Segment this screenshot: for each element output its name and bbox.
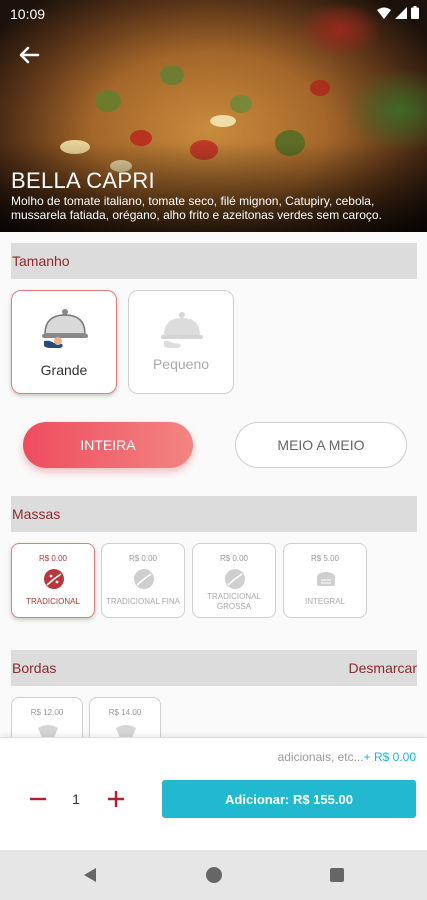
serving-cloche-icon [161, 312, 203, 348]
minus-icon [30, 797, 46, 801]
pizza-slice-icon [134, 569, 154, 589]
inteira-toggle[interactable]: INTEIRA [23, 422, 193, 468]
bordas-section-header: Bordas Desmarcar [11, 650, 417, 686]
massa-name: TRADICIONAL FINA [106, 597, 180, 606]
cart-bar: adicionais, etc...+ R$ 0.00 1 Adicionar:… [0, 737, 427, 850]
extras-amount: + R$ 0.00 [363, 750, 416, 764]
serving-cloche-icon [42, 309, 88, 348]
crust-icon [116, 725, 136, 738]
massas-section-title: Massas [12, 506, 61, 522]
massa-name: TRADICIONAL [26, 597, 80, 606]
back-arrow-button[interactable] [14, 40, 44, 70]
add-to-cart-label: Adicionar: R$ 155.00 [225, 791, 353, 807]
borda-price: R$ 14.00 [108, 708, 142, 717]
status-time: 10:09 [10, 6, 46, 22]
size-option-label: Grande [40, 362, 88, 378]
massa-price: R$ 5.00 [310, 554, 340, 563]
plus-icon [108, 791, 124, 807]
nav-recents-icon[interactable] [330, 868, 344, 882]
extras-summary[interactable]: adicionais, etc...+ R$ 0.00 [278, 750, 416, 764]
massa-option-tradicional[interactable]: R$ 0.00 TRADICIONAL [11, 543, 95, 618]
battery-icon [411, 6, 419, 19]
bread-icon [317, 572, 335, 586]
product-hero-image: 10:09 BELLA CAPRI Molho de tomate italia… [0, 0, 427, 232]
massa-price: R$ 0.00 [38, 554, 68, 563]
massa-price: R$ 0.00 [219, 554, 249, 563]
massa-option-tradicional-fina[interactable]: R$ 0.00 TRADICIONAL FINA [101, 543, 185, 618]
massas-section-header: Massas [11, 496, 417, 532]
borda-price: R$ 12.00 [30, 708, 64, 717]
inteira-label: INTEIRA [80, 437, 136, 453]
product-title: BELLA CAPRI [11, 168, 155, 193]
pizza-slice-icon [225, 569, 245, 589]
massa-price: R$ 0.00 [128, 554, 158, 563]
nav-back-icon[interactable] [82, 867, 98, 883]
meio-a-meio-toggle[interactable]: MEIO A MEIO [235, 422, 407, 468]
status-bar: 10:09 [0, 0, 427, 28]
system-nav-bar [0, 850, 427, 900]
size-section-header: Tamanho [11, 243, 417, 279]
massa-option-integral[interactable]: R$ 5.00 INTEGRAL [283, 543, 367, 618]
bordas-section-title: Bordas [12, 660, 57, 676]
signal-icon [395, 6, 407, 19]
nav-home-icon[interactable] [206, 867, 222, 883]
massa-name: INTEGRAL [304, 597, 345, 606]
wifi-icon [377, 7, 391, 19]
meio-a-meio-label: MEIO A MEIO [277, 437, 365, 453]
product-description: Molho de tomate italiano, tomate seco, f… [11, 194, 382, 222]
desmarcar-button[interactable]: Desmarcar [348, 660, 417, 676]
quantity-decrease-button[interactable] [25, 786, 51, 812]
massa-name: TRADICIONAL GROSSA [207, 592, 261, 611]
add-to-cart-button[interactable]: Adicionar: R$ 155.00 [162, 780, 416, 818]
extras-text: adicionais, etc... [277, 750, 364, 764]
size-option-grande[interactable]: Grande [11, 290, 117, 394]
quantity-increase-button[interactable] [103, 786, 129, 812]
size-option-pequeno[interactable]: Pequeno [128, 290, 234, 394]
crust-icon [38, 725, 58, 738]
massa-option-tradicional-grossa[interactable]: R$ 0.00 TRADICIONAL GROSSA [192, 543, 276, 618]
arrow-left-icon [19, 46, 40, 64]
size-option-label: Pequeno [152, 356, 210, 372]
size-section-title: Tamanho [12, 253, 70, 269]
pizza-slice-icon [44, 569, 64, 589]
quantity-value: 1 [72, 791, 80, 807]
